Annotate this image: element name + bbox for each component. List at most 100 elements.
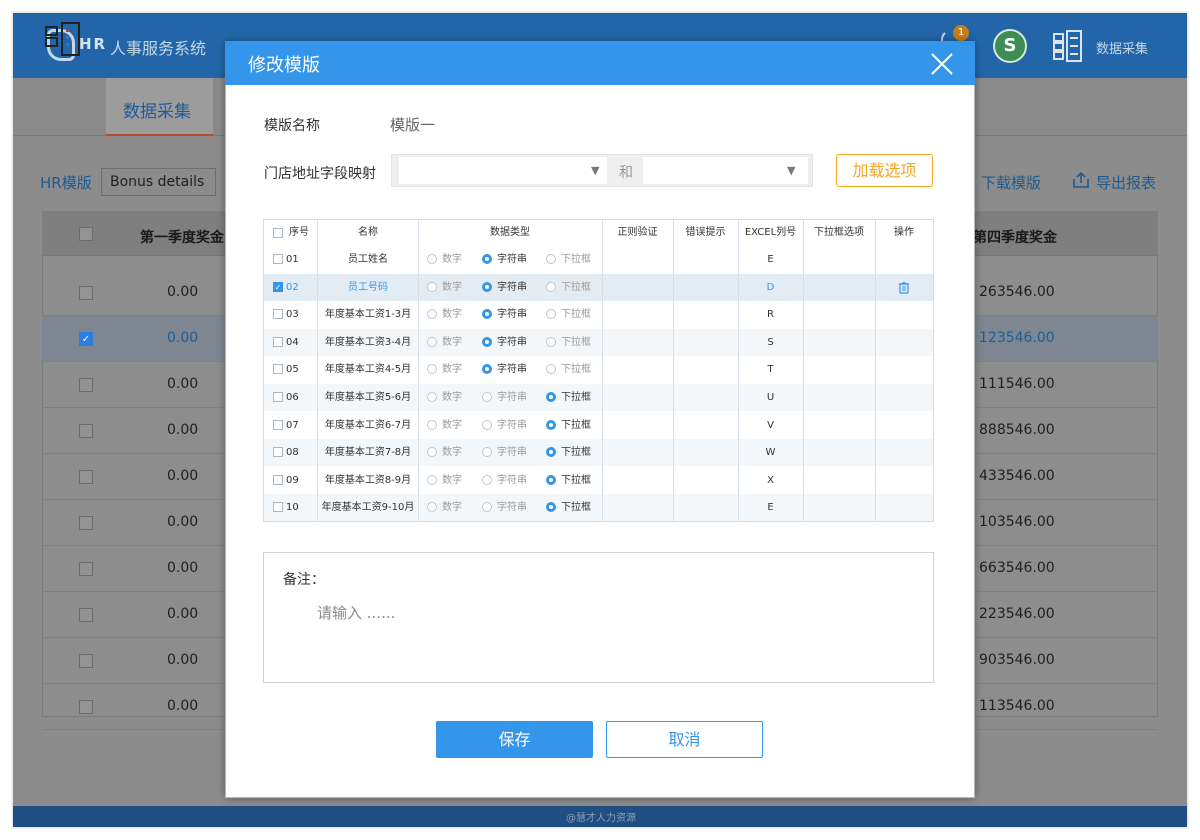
data-collect-icon[interactable] (1053, 30, 1083, 62)
row-number: 10 (286, 502, 299, 514)
row-checkbox[interactable] (79, 700, 93, 714)
row-checkbox[interactable] (273, 502, 283, 513)
download-template-link[interactable]: 下载模版 (981, 172, 1041, 193)
column-divider (803, 219, 804, 522)
data-type-option-label: 数字 (442, 474, 462, 486)
row-checkbox[interactable] (79, 608, 93, 622)
column-divider (875, 219, 876, 522)
data-type-radio[interactable] (546, 281, 556, 292)
row-checkbox[interactable] (79, 470, 93, 484)
data-type-radio[interactable] (546, 336, 556, 347)
row-number: 04 (286, 336, 299, 348)
cancel-button[interactable]: 取消 (606, 721, 763, 758)
field-name: 员工号码 (348, 281, 388, 293)
row-checkbox[interactable] (79, 516, 93, 530)
mapping-select-1[interactable] (399, 157, 607, 184)
excel-column: D (766, 281, 775, 293)
row-checkbox[interactable] (273, 309, 283, 320)
row-checkbox[interactable]: ✓ (79, 332, 93, 346)
data-collect-icon (45, 22, 80, 56)
row-checkbox[interactable] (79, 562, 93, 576)
data-type-radio[interactable] (482, 336, 492, 347)
dialog-title: 修改模版 (248, 55, 320, 76)
row-checkbox[interactable] (79, 654, 93, 668)
upload-icon[interactable] (1071, 170, 1091, 190)
row-checkbox[interactable] (273, 474, 283, 485)
q1-bonus-cell: 0.00 (167, 330, 199, 346)
column-divider (602, 219, 603, 522)
row-checkbox[interactable] (273, 364, 283, 375)
field-name: 年度基本工资9-10月 (321, 502, 415, 514)
data-type-radio[interactable] (482, 392, 492, 402)
data-type-option-label: 数字 (442, 309, 462, 321)
data-type-option-label: 数字 (442, 254, 462, 265)
data-type-radio[interactable] (427, 254, 437, 264)
data-type-radio[interactable] (427, 336, 437, 347)
column-divider (418, 219, 419, 522)
load-options-button[interactable]: 加载选项 (836, 154, 933, 187)
footer-text: @慧才人力资源 (566, 813, 636, 824)
row-checkbox[interactable]: ✓ (273, 281, 283, 292)
field-name: 年度基本工资1-3月 (324, 309, 412, 321)
data-type-radio[interactable] (482, 254, 492, 264)
q4-bonus-cell: 103546.00 (979, 514, 1055, 530)
row-checkbox[interactable] (79, 286, 93, 300)
th-no: 序号 (289, 227, 309, 238)
th-data-type: 数据类型 (490, 227, 530, 238)
data-type-radio[interactable] (546, 474, 556, 485)
data-type-option-label: 下拉框 (561, 392, 591, 403)
data-type-radio[interactable] (427, 392, 437, 402)
data-type-radio[interactable] (427, 419, 437, 430)
export-report-link[interactable]: 导出报表 (1096, 172, 1156, 193)
field-name: 年度基本工资4-5月 (324, 364, 412, 376)
data-type-radio[interactable] (482, 474, 492, 485)
row-checkbox[interactable] (273, 254, 283, 264)
data-type-option-label: 数字 (442, 502, 462, 514)
data-type-option-label: 字符串 (497, 502, 527, 514)
data-type-radio[interactable] (427, 474, 437, 485)
data-type-option-label: 下拉框 (561, 447, 591, 459)
row-checkbox[interactable] (273, 392, 283, 402)
data-type-option-label: 字符串 (497, 392, 527, 403)
q1-bonus-cell: 0.00 (167, 698, 199, 714)
data-type-radio[interactable] (546, 392, 556, 402)
data-type-radio[interactable] (482, 281, 492, 292)
data-type-radio[interactable] (427, 281, 437, 292)
mapping-select-2[interactable] (643, 157, 808, 184)
dropdown-arrow-icon: ▼ (787, 164, 796, 177)
template-select[interactable]: Bonus details (101, 168, 216, 196)
save-button[interactable]: 保存 (436, 721, 593, 758)
data-type-option-label: 下拉框 (561, 419, 591, 431)
notes-input[interactable] (315, 602, 815, 624)
top-data-collect-link[interactable]: 数据采集 (1096, 38, 1148, 57)
row-checkbox[interactable] (273, 447, 283, 458)
th-dropdown-options: 下拉框选项 (814, 227, 864, 238)
select-all-checkbox[interactable] (79, 227, 93, 241)
q4-bonus-cell: 123546.00 (979, 330, 1055, 346)
row-checkbox[interactable] (273, 336, 283, 347)
row-checkbox[interactable] (273, 419, 283, 430)
q4-bonus-cell: 663546.00 (979, 560, 1055, 576)
data-type-option-label: 下拉框 (561, 474, 591, 486)
q1-bonus-cell: 0.00 (167, 422, 199, 438)
close-icon[interactable] (928, 50, 956, 78)
template-name-value: 模版一 (390, 116, 436, 134)
data-type-radio[interactable] (482, 419, 492, 430)
app-title: 人事服务系统 (110, 39, 207, 58)
data-type-option-label: 数字 (442, 281, 462, 293)
data-type-radio[interactable] (546, 419, 556, 430)
data-type-option-label: 下拉框 (561, 336, 591, 348)
th-error-tip: 错误提示 (685, 227, 726, 238)
data-type-radio[interactable] (546, 254, 556, 264)
trash-icon[interactable] (898, 281, 910, 294)
row-checkbox[interactable] (79, 378, 93, 392)
q1-bonus-cell: 0.00 (167, 606, 199, 622)
data-type-option-label: 数字 (442, 419, 462, 431)
field-name: 员工姓名 (348, 254, 388, 265)
avatar-icon[interactable]: S (993, 29, 1027, 63)
row-number: 09 (286, 474, 299, 486)
row-checkbox[interactable] (79, 424, 93, 438)
row-number: 07 (286, 419, 299, 431)
logo-text: HR (79, 35, 108, 53)
table-select-all-checkbox[interactable] (273, 228, 283, 238)
